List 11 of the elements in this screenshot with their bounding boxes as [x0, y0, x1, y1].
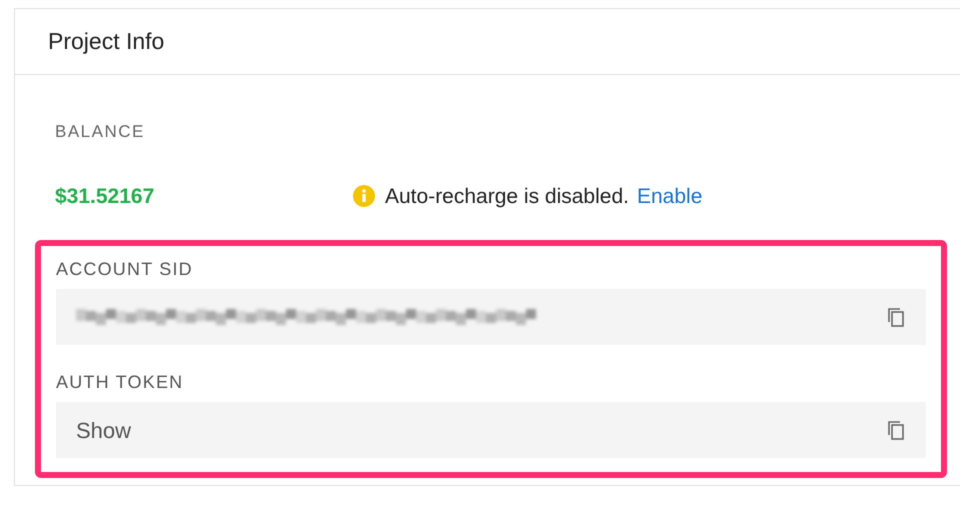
balance-label: BALANCE: [55, 121, 145, 143]
field-label: ACCOUNT SID: [56, 258, 193, 281]
enable-link[interactable]: Enable: [636, 180, 702, 212]
card-title: Project Info: [48, 27, 164, 56]
copy-icon[interactable]: [886, 419, 906, 441]
copy-icon[interactable]: [886, 306, 906, 328]
field-value[interactable]: Show: [76, 414, 132, 446]
field-label: AUTH TOKEN: [56, 371, 184, 394]
recharge-notice: Auto-recharge is disabled.: [385, 184, 629, 210]
balance-amount: $31.52167: [55, 184, 156, 210]
info-icon: [353, 185, 375, 208]
